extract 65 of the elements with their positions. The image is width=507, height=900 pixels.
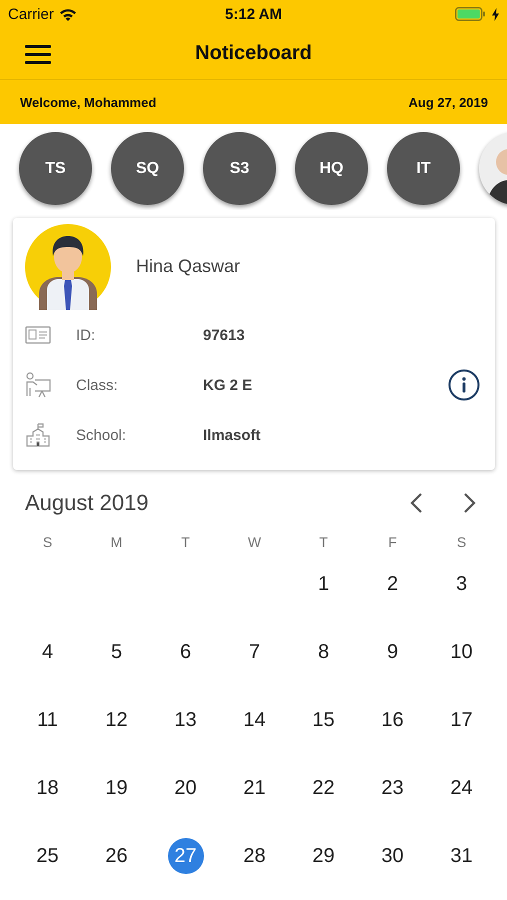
calendar-day[interactable]: 1 — [306, 566, 342, 602]
school-building-icon — [25, 423, 51, 447]
calendar-day[interactable]: 9 — [374, 634, 410, 670]
calendar-day[interactable]: 27 — [168, 838, 204, 874]
page-title: Noticeboard — [195, 42, 312, 65]
calendar-day[interactable]: 17 — [444, 702, 480, 738]
calendar-day[interactable]: 18 — [30, 770, 66, 806]
weekday-label: T — [318, 534, 329, 550]
calendar-day[interactable]: 12 — [98, 702, 134, 738]
menu-button[interactable] — [25, 44, 51, 64]
calendar-day[interactable]: 29 — [306, 838, 342, 874]
calendar-day[interactable]: 23 — [374, 770, 410, 806]
student-avatar[interactable]: SQ — [111, 132, 184, 205]
info-button[interactable] — [448, 369, 480, 401]
calendar-day[interactable]: 31 — [444, 838, 480, 874]
calendar-day[interactable]: 26 — [98, 838, 134, 874]
student-name: Hina Qaswar — [136, 256, 240, 276]
id-card-icon — [25, 325, 51, 345]
student-avatar[interactable]: TS — [19, 132, 92, 205]
next-month-button[interactable] — [463, 492, 477, 514]
calendar-day[interactable]: 14 — [236, 702, 272, 738]
student-avatar[interactable]: IT — [387, 132, 460, 205]
calendar-day[interactable]: 6 — [168, 634, 204, 670]
weekday-label: S — [42, 534, 54, 550]
field-value: KG 2 E — [203, 376, 252, 394]
field-value: 97613 — [203, 326, 245, 344]
field-value: Ilmasoft — [203, 426, 261, 444]
calendar-day[interactable]: 11 — [30, 702, 66, 738]
field-label: ID: — [76, 326, 96, 344]
calendar-day[interactable]: 4 — [30, 634, 66, 670]
carrier-label: Carrier — [8, 6, 54, 22]
calendar-day[interactable]: 25 — [30, 838, 66, 874]
calendar-day[interactable]: 22 — [306, 770, 342, 806]
calendar-day[interactable]: 24 — [444, 770, 480, 806]
welcome-text: Welcome, Mohammed — [20, 94, 156, 110]
weekday-label: S — [456, 534, 468, 550]
clock-time: 5:12 AM — [225, 6, 282, 22]
field-label: School: — [76, 426, 128, 444]
calendar-day[interactable]: 28 — [236, 838, 272, 874]
calendar-day[interactable]: 20 — [168, 770, 204, 806]
calendar-day[interactable]: 8 — [306, 634, 342, 670]
wifi-icon — [58, 8, 77, 20]
teacher-icon — [25, 372, 51, 398]
month-title: August 2019 — [25, 490, 149, 516]
calendar-day[interactable]: 10 — [444, 634, 480, 670]
field-label: Class: — [76, 376, 119, 394]
calendar-day[interactable]: 16 — [374, 702, 410, 738]
calendar-day[interactable]: 30 — [374, 838, 410, 874]
weekday-label: W — [246, 534, 262, 550]
calendar-day[interactable]: 19 — [98, 770, 134, 806]
calendar-day[interactable]: 13 — [168, 702, 204, 738]
previous-month-button[interactable] — [409, 492, 423, 514]
calendar-day[interactable]: 5 — [98, 634, 134, 670]
student-avatar[interactable]: HQ — [295, 132, 368, 205]
calendar-day[interactable]: 2 — [374, 566, 410, 602]
weekday-label: M — [110, 534, 124, 550]
battery-icon — [455, 7, 487, 21]
weekday-label: F — [387, 534, 398, 550]
calendar-day[interactable]: 15 — [306, 702, 342, 738]
weekday-label: T — [180, 534, 191, 550]
calendar-day[interactable]: 7 — [236, 634, 272, 670]
calendar-day[interactable]: 3 — [444, 566, 480, 602]
student-avatar[interactable]: S3 — [203, 132, 276, 205]
calendar-day[interactable]: 21 — [236, 770, 272, 806]
date-text: Aug 27, 2019 — [408, 94, 488, 110]
